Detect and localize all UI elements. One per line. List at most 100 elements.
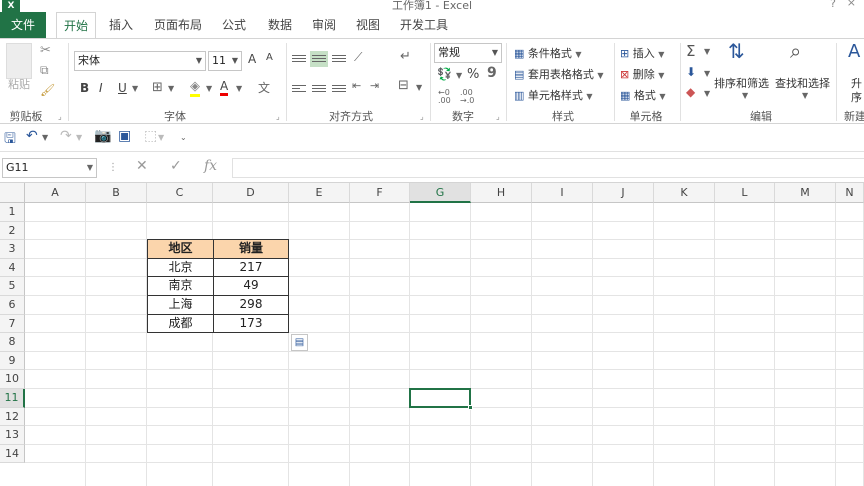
cut-icon[interactable]: ✂ — [40, 43, 51, 58]
increase-decimal-icon[interactable]: ←0.00 — [438, 89, 451, 105]
row-header-13[interactable]: 13 — [0, 426, 25, 445]
column-header-C[interactable]: C — [147, 183, 213, 203]
table-cell-region[interactable]: 上海 — [147, 295, 214, 315]
chevron-down-icon[interactable]: ▼ — [456, 71, 462, 80]
column-header-B[interactable]: B — [86, 183, 147, 203]
align-right-icon[interactable] — [332, 83, 346, 95]
sort-filter-icon[interactable]: ⇅ — [728, 41, 745, 61]
tab-home[interactable]: 开始 — [56, 12, 96, 39]
tab-view[interactable]: 视图 — [348, 12, 388, 39]
chevron-down-icon[interactable]: ▼ — [704, 47, 710, 56]
clear-icon[interactable]: ◆ — [686, 85, 695, 99]
close-button[interactable]: × — [847, 0, 856, 9]
tab-review[interactable]: 审阅 — [304, 12, 344, 39]
chevron-down-icon[interactable]: ▼ — [802, 91, 808, 100]
grow-font-button[interactable]: A — [248, 52, 256, 66]
insert-cells-button[interactable]: ⊞ 插入 ▼ — [620, 45, 664, 61]
tab-file[interactable]: 文件 — [0, 12, 46, 39]
phonetic-button[interactable]: 文 — [258, 79, 270, 96]
chevron-down-icon[interactable]: ▼ — [42, 133, 48, 142]
formula-input[interactable] — [232, 158, 864, 178]
selected-cell[interactable] — [409, 388, 473, 410]
align-center-icon[interactable] — [312, 83, 326, 95]
row-header-9[interactable]: 9 — [0, 351, 25, 371]
save-icon[interactable]: 🖫 — [4, 128, 16, 152]
bold-button[interactable]: B — [80, 81, 89, 95]
column-header-E[interactable]: E — [289, 183, 350, 203]
table-header-region[interactable]: 地区 — [147, 239, 214, 259]
customize-qat-icon[interactable]: ⌄ — [180, 133, 187, 142]
align-middle-icon[interactable] — [310, 51, 328, 67]
spreadsheet-grid[interactable]: A B C D E F G H I J K L M N 1 2 3 4 5 6 7 8 9 10 11 12 13 14 地区 销量 北京 2… — [0, 183, 864, 486]
row-header-7[interactable]: 7 — [0, 314, 25, 334]
shrink-font-button[interactable]: A — [266, 52, 273, 63]
cell-styles-button[interactable]: ▥ 单元格样式 ▼ — [514, 87, 593, 103]
align-top-icon[interactable] — [292, 53, 306, 65]
table-header-sales[interactable]: 销量 — [213, 239, 289, 259]
font-name-combo[interactable]: 宋体 ▼ — [74, 51, 206, 71]
enter-icon[interactable]: ✓ — [170, 158, 182, 174]
format-painter-icon[interactable]: 🖌 — [40, 83, 55, 97]
delete-cells-button[interactable]: ⊠ 删除 ▼ — [620, 66, 664, 82]
table-cell-sales[interactable]: 298 — [213, 295, 289, 315]
camera-icon[interactable]: 📷 — [94, 128, 111, 144]
table-cell-region[interactable]: 南京 — [147, 276, 214, 296]
comma-style-button[interactable]: 9 — [487, 65, 497, 81]
chevron-down-icon[interactable]: ▼ — [742, 91, 748, 100]
column-header-M[interactable]: M — [775, 183, 836, 203]
number-format-combo[interactable]: 常规 ▼ — [434, 43, 502, 63]
name-box[interactable]: G11 ▼ — [2, 158, 97, 178]
number-launcher-icon[interactable]: ⌟ — [496, 112, 500, 121]
table-cell-region[interactable]: 北京 — [147, 257, 214, 278]
font-size-combo[interactable]: 11 ▼ — [208, 51, 242, 71]
insert-function-button[interactable]: fx — [204, 158, 217, 174]
merge-center-icon[interactable]: ⊟ — [398, 78, 409, 93]
format-cells-button[interactable]: ▦ 格式 ▼ — [620, 87, 666, 103]
percent-button[interactable]: % — [467, 67, 479, 82]
decrease-decimal-icon[interactable]: .00 →.0 — [460, 89, 474, 105]
align-bottom-icon[interactable] — [332, 53, 346, 65]
help-button[interactable]: ? — [830, 0, 836, 10]
find-select-label[interactable]: 查找和选择 — [775, 75, 830, 91]
autosum-button[interactable]: Σ — [686, 42, 695, 60]
row-header-11[interactable]: 11 — [0, 389, 25, 408]
chevron-down-icon[interactable]: ▼ — [132, 84, 138, 93]
row-header-5[interactable]: 5 — [0, 277, 25, 296]
row-header-8[interactable]: 8 — [0, 333, 25, 352]
orientation-icon[interactable]: ⟋ — [354, 50, 362, 65]
font-launcher-icon[interactable]: ⌟ — [276, 112, 280, 121]
fill-icon[interactable]: ⬇ — [686, 65, 696, 79]
copy-icon[interactable]: ⧉ — [40, 63, 49, 78]
alignment-launcher-icon[interactable]: ⌟ — [420, 112, 424, 121]
font-color-button[interactable]: A — [220, 79, 229, 96]
decrease-indent-icon[interactable]: ⇤ — [352, 79, 361, 92]
table-cell-sales[interactable]: 49 — [213, 276, 289, 296]
chevron-down-icon[interactable]: ▼ — [168, 84, 174, 93]
sort-filter-label[interactable]: 排序和筛选 — [714, 75, 769, 91]
tab-page-layout[interactable]: 页面布局 — [148, 12, 208, 39]
chevron-down-icon[interactable]: ▼ — [158, 133, 164, 142]
column-header-J[interactable]: J — [593, 183, 654, 203]
tab-insert[interactable]: 插入 — [100, 12, 142, 39]
italic-button[interactable]: I — [99, 81, 103, 95]
new-sort-icon[interactable]: A — [848, 41, 860, 62]
chevron-down-icon[interactable]: ▼ — [76, 133, 82, 142]
chevron-down-icon[interactable]: ▼ — [206, 84, 212, 93]
column-header-D[interactable]: D — [213, 183, 289, 203]
redo-icon[interactable]: ↷ — [60, 128, 72, 144]
column-header-I[interactable]: I — [532, 183, 593, 203]
wrap-text-icon[interactable]: ↵ — [400, 49, 411, 64]
column-header-F[interactable]: F — [350, 183, 410, 203]
new-group-label2[interactable]: 序 — [851, 89, 862, 105]
format-as-table-button[interactable]: ▤ 套用表格格式 ▼ — [514, 66, 604, 82]
tab-developer[interactable]: 开发工具 — [394, 12, 454, 39]
row-header-2[interactable]: 2 — [0, 221, 25, 241]
select-all-corner[interactable] — [0, 183, 25, 203]
row-header-4[interactable]: 4 — [0, 258, 25, 278]
row-header-3[interactable]: 3 — [0, 240, 25, 259]
fill-color-icon[interactable]: ◈ — [190, 79, 200, 97]
cancel-icon[interactable]: ✕ — [136, 158, 148, 174]
column-header-G[interactable]: G — [410, 183, 471, 203]
table-cell-sales[interactable]: 173 — [213, 313, 289, 334]
increase-indent-icon[interactable]: ⇥ — [370, 79, 379, 92]
